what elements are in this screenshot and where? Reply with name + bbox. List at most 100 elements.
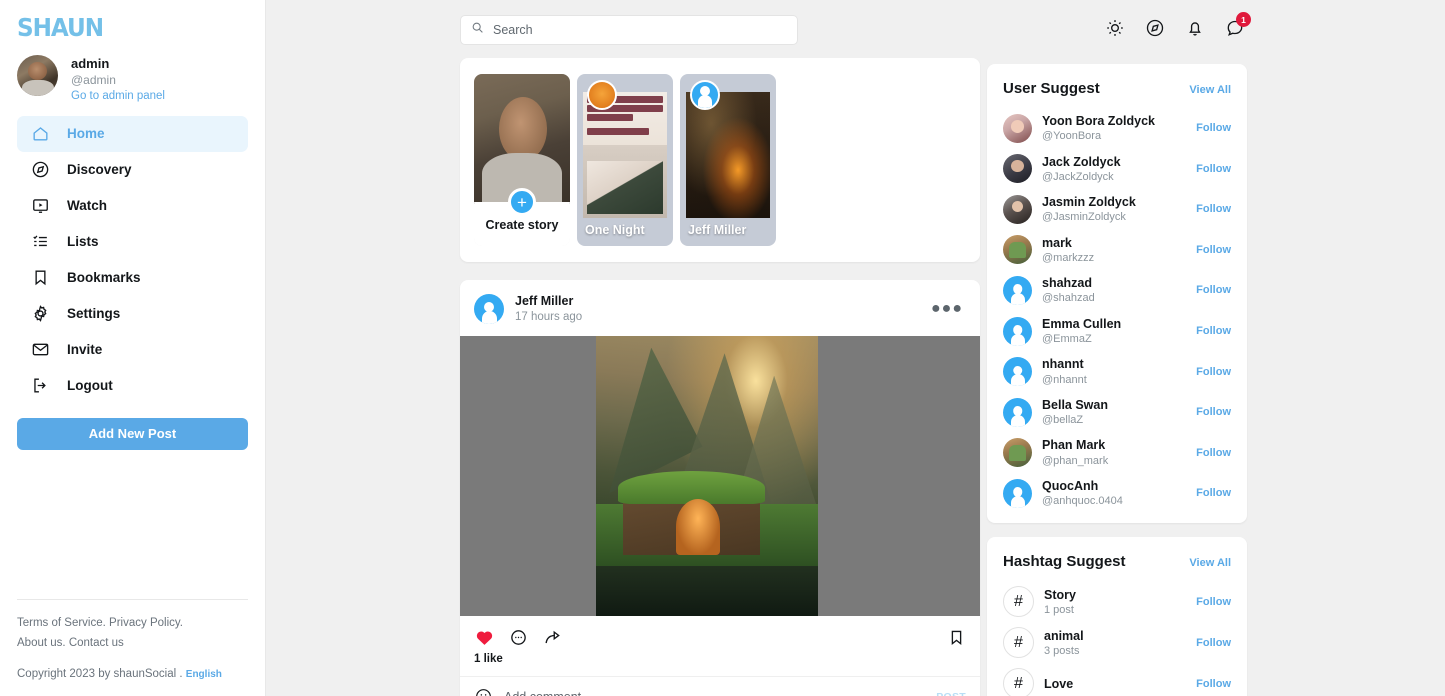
sidebar-profile[interactable]: admin @admin Go to admin panel [17,55,248,104]
user-handle: @JasminZoldyck [1042,211,1126,224]
user-name: Bella Swan [1042,397,1108,412]
logout-icon [31,376,50,395]
user-meta: Yoon Bora Zoldyck @YoonBora [1042,113,1186,144]
follow-button[interactable]: Follow [1196,487,1231,499]
follow-button[interactable]: Follow [1196,596,1231,608]
list-icon [31,232,50,251]
copyright-text: Copyright 2023 by shaunSocial . [17,668,183,680]
follow-button[interactable]: Follow [1196,284,1231,296]
sidebar-item-discovery[interactable]: Discovery [17,152,248,188]
story-card[interactable]: Jeff Miller [680,74,776,246]
create-story-card[interactable]: + Create story [474,74,570,246]
story-thumbnail [583,92,667,218]
comment-input[interactable] [504,689,926,696]
list-item[interactable]: mark @markzzz Follow [1003,230,1231,271]
sidebar-item-bookmarks[interactable]: Bookmarks [17,260,248,296]
follow-button[interactable]: Follow [1196,678,1231,690]
share-icon[interactable] [542,627,562,647]
story-card[interactable]: One Night [577,74,673,246]
follow-button[interactable]: Follow [1196,447,1231,459]
avatar [1003,194,1032,224]
user-name: Phan Mark [1042,438,1106,453]
gear-icon [31,304,50,323]
post-image[interactable] [460,336,980,617]
follow-button[interactable]: Follow [1196,325,1231,337]
list-item[interactable]: # animal 3 posts Follow [1003,622,1231,663]
user-handle: @phan_mark [1042,454,1109,467]
app-logo[interactable]: SHAUN [17,14,248,43]
search-input[interactable] [493,23,787,37]
sidebar-footer: Terms of Service. Privacy Policy. About … [17,598,248,680]
hashtag-icon: # [1003,668,1034,696]
sidebar-item-lists[interactable]: Lists [17,224,248,260]
list-item[interactable]: Emma Cullen @EmmaZ Follow [1003,311,1231,352]
bookmark-icon[interactable] [946,627,966,647]
comment-composer: POST [460,676,980,696]
sidebar-item-watch[interactable]: Watch [17,188,248,224]
avatar [1003,154,1032,184]
list-item[interactable]: # Story 1 post Follow [1003,581,1231,622]
sidebar-item-invite[interactable]: Invite [17,332,248,368]
list-item[interactable]: Jack Zoldyck @JackZoldyck Follow [1003,149,1231,190]
list-item[interactable]: QuocAnh @anhquoc.0404 Follow [1003,473,1231,514]
follow-button[interactable]: Follow [1196,637,1231,649]
follow-button[interactable]: Follow [1196,203,1231,215]
user-handle: @anhquoc.0404 [1042,495,1123,508]
bell-icon[interactable] [1183,16,1207,40]
hashtag-suggest-view-all[interactable]: View All [1189,557,1231,569]
user-handle: @shahzad [1042,292,1095,305]
user-suggest-view-all[interactable]: View All [1189,84,1231,96]
follow-button[interactable]: Follow [1196,122,1231,134]
avatar [1003,316,1032,346]
post-comment-button[interactable]: POST [936,691,966,696]
sidebar-item-settings[interactable]: Settings [17,296,248,332]
main-area: 1 + Create story [266,0,1445,696]
list-item[interactable]: nhannt @nhannt Follow [1003,351,1231,392]
plus-icon[interactable]: + [508,188,536,216]
list-item[interactable]: Jasmin Zoldyck @JasminZoldyck Follow [1003,189,1231,230]
like-icon[interactable] [474,627,494,647]
sidebar-item-home[interactable]: Home [17,115,248,152]
compass-icon[interactable] [1143,16,1167,40]
post-author-name[interactable]: Jeff Miller [515,293,917,310]
footer-link-contact[interactable]: Contact us [69,637,124,649]
user-name: QuocAnh [1042,478,1099,493]
top-icon-group: 1 [1103,12,1251,40]
sidebar-item-label: Lists [67,234,99,250]
list-item[interactable]: Bella Swan @bellaZ Follow [1003,392,1231,433]
footer-sep: . [179,616,183,629]
footer-link-terms[interactable]: Terms of Service [17,617,103,629]
user-name: mark [1042,235,1072,250]
list-item[interactable]: Phan Mark @phan_mark Follow [1003,432,1231,473]
follow-button[interactable]: Follow [1196,163,1231,175]
user-suggest-title: User Suggest [1003,80,1100,97]
footer-link-privacy[interactable]: Privacy Policy [109,617,180,629]
list-item[interactable]: Yoon Bora Zoldyck @YoonBora Follow [1003,108,1231,149]
follow-button[interactable]: Follow [1196,244,1231,256]
user-handle: @markzzz [1042,251,1095,264]
follow-button[interactable]: Follow [1196,406,1231,418]
post-author-avatar[interactable] [474,294,504,325]
language-selector[interactable]: English [186,669,222,680]
search-box[interactable] [460,15,798,45]
add-new-post-button[interactable]: Add New Post [17,417,248,450]
sidebar-item-logout[interactable]: Logout [17,368,248,404]
search-icon [471,21,484,39]
emoji-icon[interactable] [474,687,493,696]
follow-button[interactable]: Follow [1196,366,1231,378]
user-name: Yoon Bora Zoldyck [1042,114,1155,128]
story-image [686,92,770,218]
profile-meta: admin @admin Go to admin panel [71,55,165,104]
hashtag-count: 1 post [1044,603,1074,616]
list-item[interactable]: # Love Follow [1003,663,1231,696]
list-item[interactable]: shahzad @shahzad Follow [1003,270,1231,311]
video-icon [31,196,50,215]
messages-icon[interactable]: 1 [1223,12,1251,40]
post-more-options-icon[interactable]: ●●● [928,301,966,316]
hashtag-name: Story [1044,587,1076,602]
brightness-icon[interactable] [1103,16,1127,40]
footer-link-about[interactable]: About us [17,637,62,649]
mail-icon [31,340,50,359]
comment-icon[interactable] [508,627,528,647]
admin-panel-link[interactable]: Go to admin panel [71,89,165,103]
